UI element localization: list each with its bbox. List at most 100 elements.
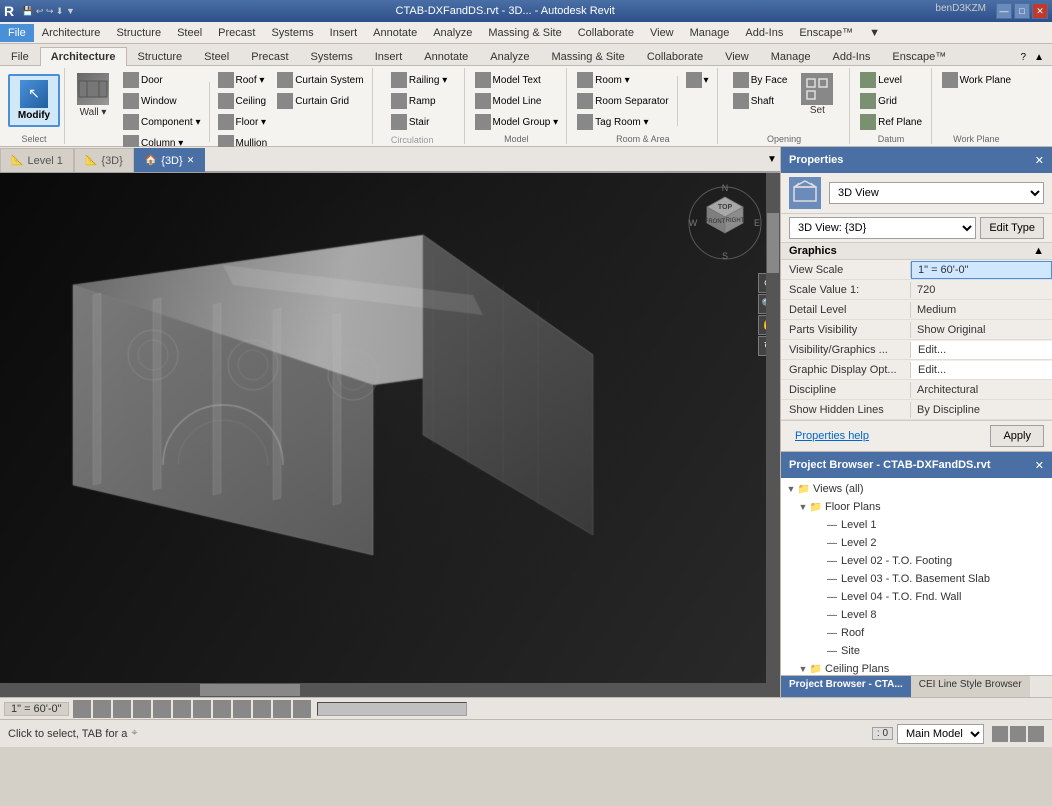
prop-value-view-scale[interactable]: 1" = 60'-0": [911, 261, 1052, 279]
tree-floor-level1[interactable]: — — Level 1: [781, 516, 1052, 534]
ribbon-help[interactable]: ?: [1017, 50, 1031, 65]
prop-value-parts-visibility[interactable]: Show Original: [911, 322, 1052, 338]
ribbon-tab-systems[interactable]: Systems: [300, 47, 364, 66]
window-button[interactable]: Window: [119, 91, 205, 111]
viewport-scrollbar-vertical[interactable]: [766, 173, 780, 697]
model-canvas[interactable]: [0, 173, 780, 697]
maximize-button[interactable]: □: [1014, 3, 1030, 19]
shaft-button[interactable]: Shaft: [729, 91, 792, 111]
status-icon-1[interactable]: [73, 700, 91, 718]
by-face-button[interactable]: By Face: [729, 70, 792, 90]
ribbon-tab-addins[interactable]: Add-Ins: [822, 47, 882, 66]
status-icon-8[interactable]: [213, 700, 231, 718]
ribbon-tab-annotate[interactable]: Annotate: [413, 47, 479, 66]
door-button[interactable]: Door: [119, 70, 205, 90]
ribbon-tab-analyze[interactable]: Analyze: [479, 47, 540, 66]
grid-button[interactable]: Grid: [856, 91, 926, 111]
model-line-button[interactable]: Model Line: [471, 91, 563, 111]
wall-button[interactable]: Wall ▾: [71, 70, 115, 121]
menu-analyze[interactable]: Analyze: [425, 24, 480, 42]
bottom-icon-2[interactable]: [1010, 726, 1026, 742]
prop-value-discipline[interactable]: Architectural: [911, 382, 1052, 398]
ribbon-tab-architecture[interactable]: Architecture: [40, 47, 127, 66]
area-button[interactable]: ▾: [682, 70, 713, 90]
view-cube[interactable]: N E S W TOP: [685, 183, 765, 263]
prop-graphics-section-header[interactable]: Graphics ▲: [781, 243, 1052, 260]
menu-manage[interactable]: Manage: [682, 24, 738, 42]
tab-overflow[interactable]: ▼: [764, 148, 780, 172]
menu-addins[interactable]: Add-Ins: [737, 24, 791, 42]
menu-massing[interactable]: Massing & Site: [480, 24, 569, 42]
menu-architecture[interactable]: Architecture: [34, 24, 109, 42]
close-button[interactable]: ✕: [1032, 3, 1048, 19]
menu-enscape[interactable]: Enscape™: [791, 24, 861, 42]
project-browser-close-icon[interactable]: ✕: [1035, 459, 1044, 472]
tree-toggle-views-all[interactable]: ▼: [785, 483, 797, 495]
tag-room-button[interactable]: Tag Room ▾: [573, 112, 672, 132]
ribbon-minimize[interactable]: ▲: [1030, 50, 1048, 65]
prop-value-show-hidden[interactable]: By Discipline: [911, 402, 1052, 418]
ribbon-tab-file[interactable]: File: [0, 47, 40, 66]
tree-ceiling-plans[interactable]: ▼ 📁 Ceiling Plans: [781, 660, 1052, 675]
curtain-system-button[interactable]: Curtain System: [273, 70, 367, 90]
prop-value-detail-level[interactable]: Medium: [911, 302, 1052, 318]
status-icon-11[interactable]: [273, 700, 291, 718]
ribbon-tab-enscape[interactable]: Enscape™: [881, 47, 957, 66]
tree-floor-site[interactable]: — — Site: [781, 642, 1052, 660]
menu-collaborate[interactable]: Collaborate: [570, 24, 642, 42]
prop-section-collapse[interactable]: ▲: [1033, 245, 1044, 257]
status-icon-12[interactable]: [293, 700, 311, 718]
bottom-icon-3[interactable]: [1028, 726, 1044, 742]
menu-steel[interactable]: Steel: [169, 24, 210, 42]
ribbon-tab-insert[interactable]: Insert: [364, 47, 414, 66]
prop-view-select[interactable]: 3D View: {3D}: [789, 217, 976, 239]
tree-floor-level02-footing[interactable]: — — Level 02 - T.O. Footing: [781, 552, 1052, 570]
model-text-button[interactable]: Model Text: [471, 70, 563, 90]
railing-button[interactable]: Railing ▾: [387, 70, 451, 90]
tree-toggle-ceiling-plans[interactable]: ▼: [797, 663, 809, 675]
tab-3d-2[interactable]: 🏠 {3D} ✕: [134, 148, 205, 172]
menu-overflow[interactable]: ▼: [861, 24, 888, 42]
tree-floor-level2[interactable]: — — Level 2: [781, 534, 1052, 552]
menu-view[interactable]: View: [642, 24, 682, 42]
prop-value-graphic-display[interactable]: Edit...: [911, 361, 1052, 379]
menu-precast[interactable]: Precast: [210, 24, 263, 42]
menu-annotate[interactable]: Annotate: [365, 24, 425, 42]
tree-floor-plans[interactable]: ▼ 📁 Floor Plans: [781, 498, 1052, 516]
tab-level1[interactable]: 📐 Level 1: [0, 148, 74, 172]
ribbon-tab-precast[interactable]: Precast: [240, 47, 299, 66]
tab-3d2-close[interactable]: ✕: [187, 155, 195, 166]
ref-plane-button[interactable]: Ref Plane: [856, 112, 926, 132]
viewport-scrollbar-horizontal[interactable]: [0, 683, 766, 697]
properties-close-icon[interactable]: ✕: [1035, 154, 1044, 167]
quick-access-icons[interactable]: 💾 ↩ ↪ ⬇ ▼: [22, 6, 75, 17]
status-icon-4[interactable]: [133, 700, 151, 718]
apply-button[interactable]: Apply: [990, 425, 1044, 447]
room-button[interactable]: Room ▾: [573, 70, 672, 90]
tree-floor-level8[interactable]: — — Level 8: [781, 606, 1052, 624]
bottom-icon-1[interactable]: [992, 726, 1008, 742]
ribbon-tab-structure[interactable]: Structure: [127, 47, 194, 66]
ceiling-button[interactable]: Ceiling: [214, 91, 272, 111]
floor-button[interactable]: Floor ▾: [214, 112, 272, 132]
workset-select[interactable]: Main Model: [897, 724, 984, 744]
model-3d[interactable]: N E S W TOP: [0, 173, 780, 697]
menu-systems[interactable]: Systems: [263, 24, 321, 42]
prop-type-select[interactable]: 3D View: [829, 182, 1044, 204]
edit-type-button[interactable]: Edit Type: [980, 217, 1044, 239]
model-group-button[interactable]: Model Group ▾: [471, 112, 563, 132]
tree-toggle-floor-plans[interactable]: ▼: [797, 501, 809, 513]
status-icon-5[interactable]: [153, 700, 171, 718]
roof-button[interactable]: Roof ▾: [214, 70, 272, 90]
ribbon-tab-view[interactable]: View: [714, 47, 760, 66]
menu-file[interactable]: File: [0, 24, 34, 42]
ribbon-tab-massing[interactable]: Massing & Site: [540, 47, 635, 66]
tree-floor-level03-basement[interactable]: — — Level 03 - T.O. Basement Slab: [781, 570, 1052, 588]
prop-value-visibility-graphics[interactable]: Edit...: [911, 341, 1052, 359]
ramp-button[interactable]: Ramp: [387, 91, 451, 111]
ribbon-tab-steel[interactable]: Steel: [193, 47, 240, 66]
curtain-grid-button[interactable]: Curtain Grid: [273, 91, 367, 111]
work-plane-button[interactable]: Work Plane: [938, 70, 1016, 90]
menu-structure[interactable]: Structure: [108, 24, 169, 42]
status-icon-9[interactable]: [233, 700, 251, 718]
